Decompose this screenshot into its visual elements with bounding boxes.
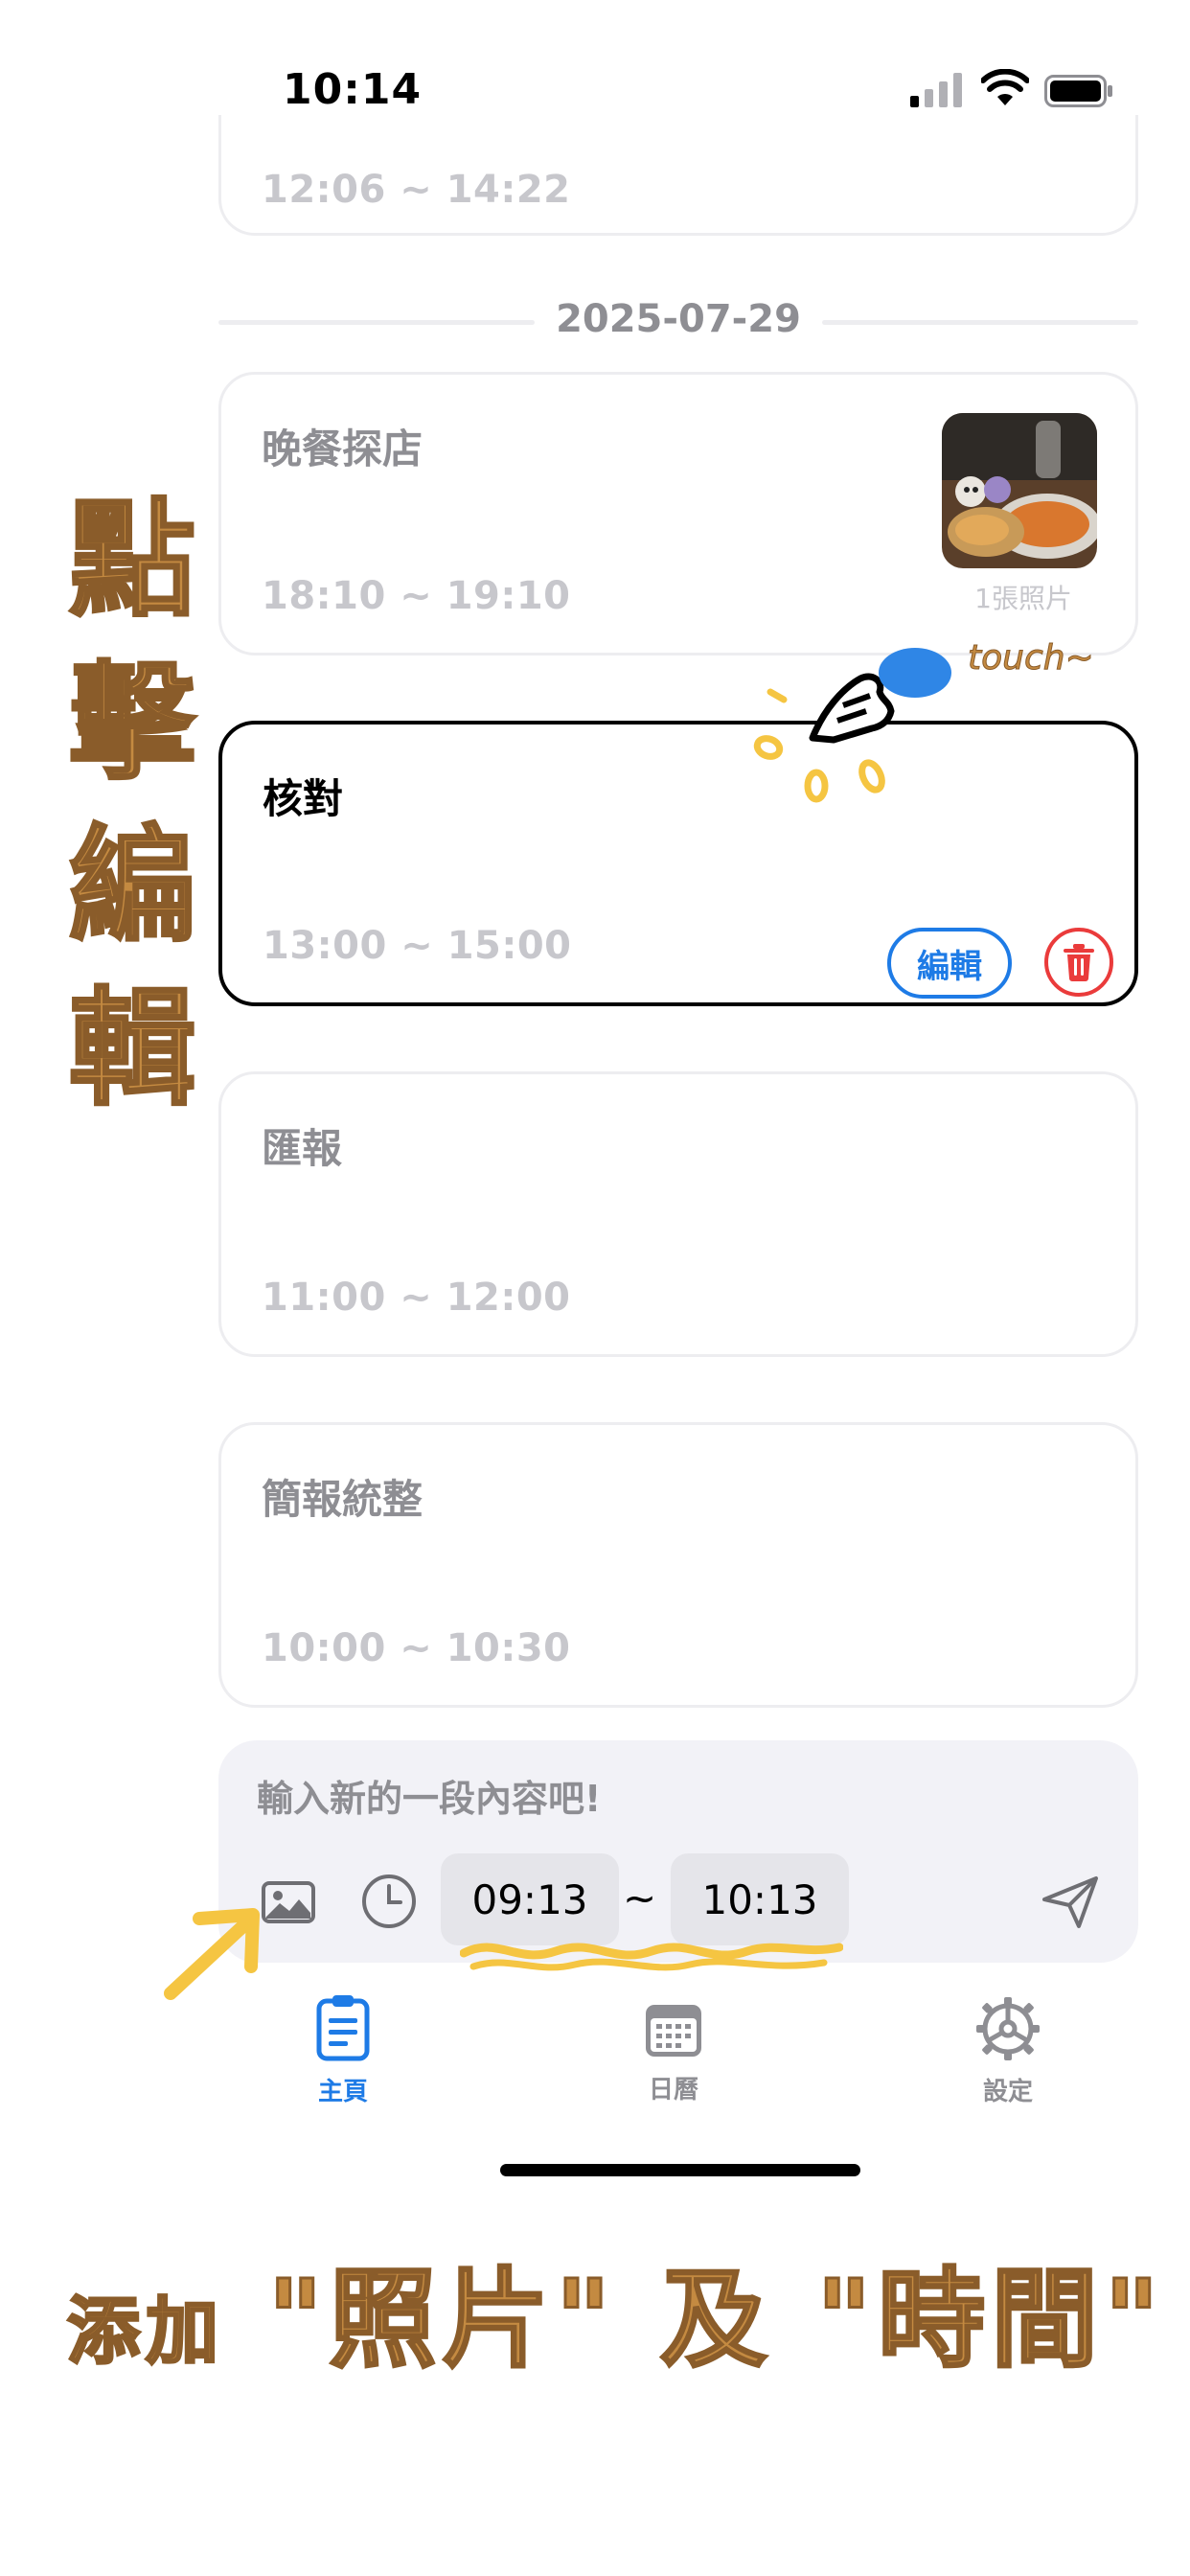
annotation-add-rest: "照片" 及 "時間" — [265, 2256, 1166, 2384]
send-icon[interactable] — [1041, 1874, 1100, 1930]
date-label: 2025-07-29 — [535, 297, 822, 341]
wifi-icon — [981, 69, 1029, 105]
calendar-icon — [646, 2005, 701, 2057]
event-title: 簡報統整 — [262, 1476, 423, 1523]
document-icon — [316, 1995, 370, 2061]
event-card[interactable]: 晚餐探店 1張照片 18:10 ~ 19:10 — [218, 372, 1138, 656]
date-separator: 2025-07-29 — [218, 297, 1138, 345]
home-indicator — [500, 2164, 860, 2176]
tab-home[interactable]: 主頁 — [266, 1993, 420, 2107]
squiggle-underline — [460, 1943, 843, 1971]
tap-gesture-icon — [753, 648, 951, 803]
photo-count: 1張照片 — [974, 583, 1072, 614]
event-time: 13:00 ~ 15:00 — [263, 924, 572, 968]
time-range-separator: ~ — [623, 1874, 657, 1921]
event-time: 10:00 ~ 10:30 — [262, 1626, 571, 1670]
trash-icon — [1064, 944, 1094, 981]
edit-button[interactable]: 編輯 — [887, 928, 1012, 999]
event-photo-thumbnail[interactable] — [942, 413, 1097, 568]
event-title: 晚餐探店 — [262, 426, 423, 472]
arrow-doodle-icon — [164, 1908, 260, 2000]
cellular-signal-icon — [910, 73, 962, 107]
status-time: 10:14 — [283, 65, 423, 114]
annotation-add-photo-time: 添加 "照片" 及 "時間" — [66, 2233, 1166, 2388]
annotation-add-prefix: 添加 — [66, 2288, 224, 2376]
gear-icon — [976, 1997, 1040, 2060]
delete-button[interactable] — [1044, 928, 1113, 997]
event-title: 匯報 — [262, 1125, 343, 1172]
battery-icon — [1044, 75, 1112, 107]
tab-label: 主頁 — [317, 2078, 368, 2106]
event-time: 11:00 ~ 12:00 — [262, 1276, 571, 1320]
annotation-tap-to-edit: 點擊編輯 — [68, 485, 197, 1125]
tab-calendar[interactable]: 日曆 — [597, 1993, 750, 2105]
clock-icon[interactable] — [360, 1873, 418, 1930]
tab-label: 設定 — [982, 2078, 1033, 2106]
tab-label: 日曆 — [648, 2076, 698, 2104]
event-card-top[interactable]: 12:06 ~ 14:22 — [218, 115, 1138, 236]
event-card[interactable]: 簡報統整 10:00 ~ 10:30 — [218, 1422, 1138, 1708]
event-card[interactable]: 匯報 11:00 ~ 12:00 — [218, 1071, 1138, 1357]
tab-settings[interactable]: 設定 — [931, 1993, 1085, 2107]
image-icon[interactable] — [261, 1880, 316, 1924]
new-entry-input[interactable]: 輸入新的一段內容吧! — [257, 1769, 601, 1822]
event-card-selected[interactable]: 核對 13:00 ~ 15:00 編輯 — [218, 721, 1138, 1006]
annotation-touch: touch~ — [968, 638, 1095, 678]
event-time: 12:06 ~ 14:22 — [262, 168, 571, 212]
event-time: 18:10 ~ 19:10 — [262, 574, 571, 618]
event-title: 核對 — [263, 775, 344, 822]
